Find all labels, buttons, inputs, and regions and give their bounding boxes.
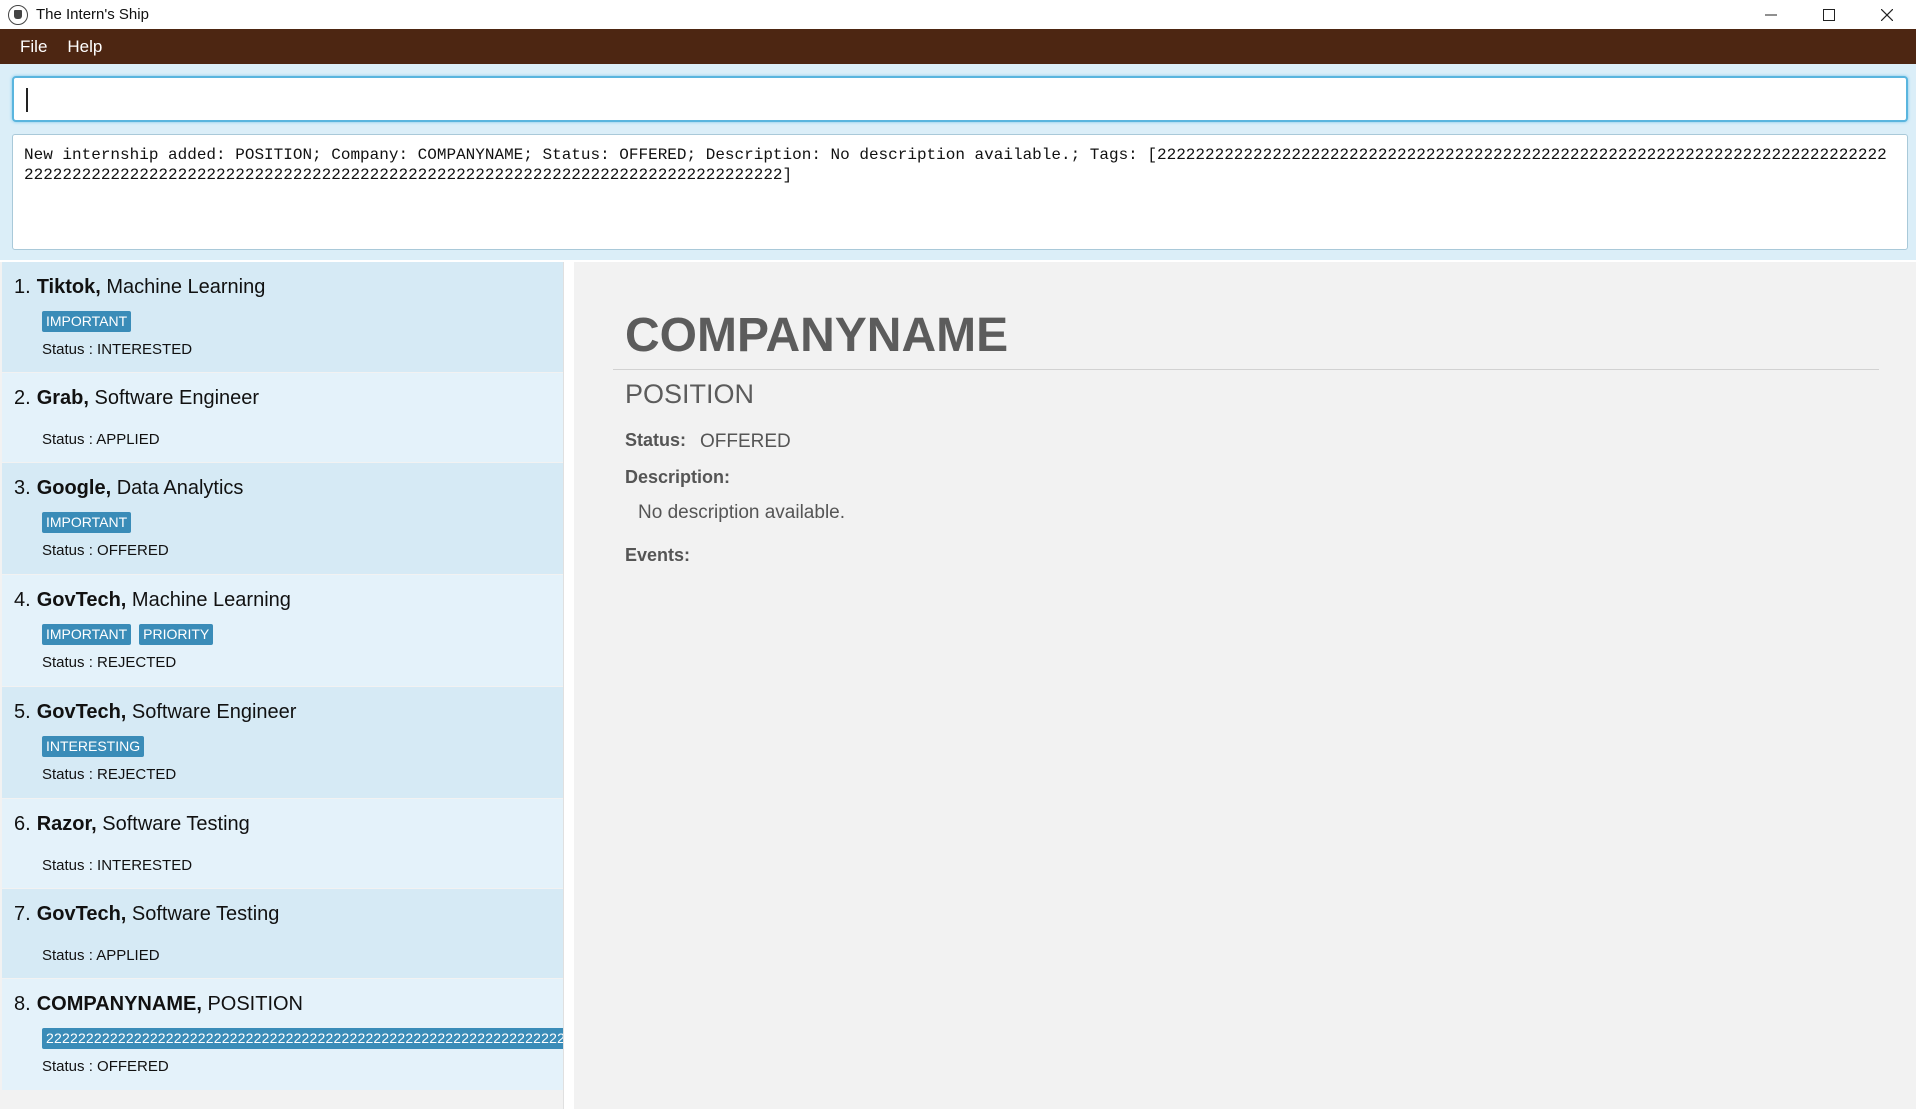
internship-index: 4. (14, 589, 31, 611)
internship-card-title: 4. GovTech, Machine Learning (14, 589, 291, 612)
internship-company: Grab, (36, 387, 89, 409)
internship-position: Data Analytics (116, 477, 244, 499)
window-title: The Intern's Ship (36, 6, 149, 23)
internship-position: Software Engineer (94, 387, 260, 409)
internship-card[interactable]: 2. Grab, Software Engineer Status : APPLIE… (2, 373, 563, 462)
internship-position: POSITION (207, 993, 304, 1015)
internship-card[interactable]: 5. GovTech, Software Engineer INTERESTING S… (2, 687, 563, 798)
menu-file[interactable]: File (10, 29, 57, 64)
command-input[interactable] (12, 76, 1908, 122)
internship-card-title: 6. Razor, Software Testing (14, 813, 250, 836)
internship-status: Status : OFFERED (42, 542, 169, 559)
result-display: New internship added: POSITION; Company:… (12, 134, 1908, 250)
tag-badge: IMPORTANT (42, 311, 132, 332)
internship-company: COMPANYNAME, (36, 993, 202, 1015)
tag-list: 2222222222222222222222222222222222222222… (42, 1028, 563, 1049)
internship-position: Software Testing (131, 903, 280, 925)
window-controls (1742, 0, 1916, 29)
minimize-icon[interactable] (1742, 0, 1800, 29)
title-bar: The Intern's Ship (0, 0, 1916, 29)
internship-card[interactable]: 3. Google, Data Analytics IMPORTANT Status … (2, 463, 563, 574)
internship-index: 8. (14, 993, 31, 1015)
tag-badge: 2222222222222222222222222222222222222222… (42, 1028, 563, 1049)
internship-index: 6. (14, 813, 31, 835)
tag-list: IMPORTANT (42, 311, 132, 332)
internship-position: Machine Learning (106, 276, 266, 298)
internship-index: 2. (14, 387, 31, 409)
internship-list[interactable]: 1. Tiktok, Machine Learning IMPORTANT Statu… (0, 262, 564, 1109)
internship-card[interactable]: 1. Tiktok, Machine Learning IMPORTANT Statu… (2, 262, 563, 372)
internship-status: Status : APPLIED (42, 431, 160, 448)
internship-card[interactable]: 6. Razor, Software Testing Status : INTERE… (2, 799, 563, 888)
internship-company: Tiktok, (36, 276, 101, 298)
internship-index: 7. (14, 903, 31, 925)
detail-description-value: No description available. (638, 502, 846, 523)
tag-badge: IMPORTANT (42, 624, 132, 645)
detail-status-value: OFFERED (700, 431, 791, 452)
tag-list: IMPORTANT PRIORITY (42, 624, 214, 645)
internship-card-title: 2. Grab, Software Engineer (14, 387, 259, 410)
internship-status: Status : INTERESTED (42, 857, 193, 874)
internship-card-title: 7. GovTech, Software Testing (14, 903, 279, 926)
internship-status: Status : APPLIED (42, 947, 160, 964)
detail-company: COMPANYNAME (625, 309, 1009, 362)
internship-company: Razor, (36, 813, 97, 835)
detail-description-label: Description: (625, 467, 731, 487)
tag-list: IMPORTANT (42, 512, 132, 533)
internship-status: Status : INTERESTED (42, 341, 193, 358)
internship-company: Google, (36, 477, 112, 499)
detail-panel: COMPANYNAME POSITION Status: OFFERED Des… (574, 262, 1916, 1109)
text-caret (26, 88, 28, 112)
internship-company: GovTech, (36, 701, 127, 723)
internship-position: Software Testing (102, 813, 250, 835)
tag-list: INTERESTING (42, 736, 145, 757)
internship-card-title: 5. GovTech, Software Engineer (14, 701, 296, 724)
menu-help[interactable]: Help (57, 29, 112, 64)
internship-company: GovTech, (36, 589, 127, 611)
menu-bar: File Help (0, 29, 1916, 64)
internship-card-title: 8. COMPANYNAME, POSITION (14, 993, 303, 1016)
internship-position: Software Engineer (131, 701, 297, 723)
internship-index: 1. (14, 276, 31, 298)
internship-card-title: 1. Tiktok, Machine Learning (14, 276, 265, 299)
command-area: New internship added: POSITION; Company:… (0, 64, 1916, 260)
internship-status: Status : REJECTED (42, 654, 177, 671)
app-icon (8, 4, 28, 25)
tag-badge: INTERESTING (42, 736, 145, 757)
internship-card-title: 3. Google, Data Analytics (14, 477, 243, 500)
close-icon[interactable] (1858, 0, 1916, 29)
internship-index: 3. (14, 477, 31, 499)
internship-position: Machine Learning (131, 589, 291, 611)
internship-index: 5. (14, 701, 31, 723)
internship-status: Status : OFFERED (42, 1058, 169, 1075)
detail-events-label: Events: (625, 545, 691, 565)
detail-status-label: Status: (625, 430, 687, 450)
maximize-icon[interactable] (1800, 0, 1858, 29)
internship-company: GovTech, (36, 903, 127, 925)
internship-status: Status : REJECTED (42, 766, 177, 783)
internship-card[interactable]: 8. COMPANYNAME, POSITION 22222222222222222… (2, 979, 563, 1090)
internship-card[interactable]: 4. GovTech, Machine Learning IMPORTANT PRIO… (2, 575, 563, 686)
detail-divider (613, 369, 1879, 370)
internship-card[interactable]: 7. GovTech, Software Testing Status : APPL… (2, 889, 563, 978)
tag-badge: PRIORITY (139, 624, 214, 645)
detail-position: POSITION (625, 379, 755, 409)
tag-badge: IMPORTANT (42, 512, 132, 533)
